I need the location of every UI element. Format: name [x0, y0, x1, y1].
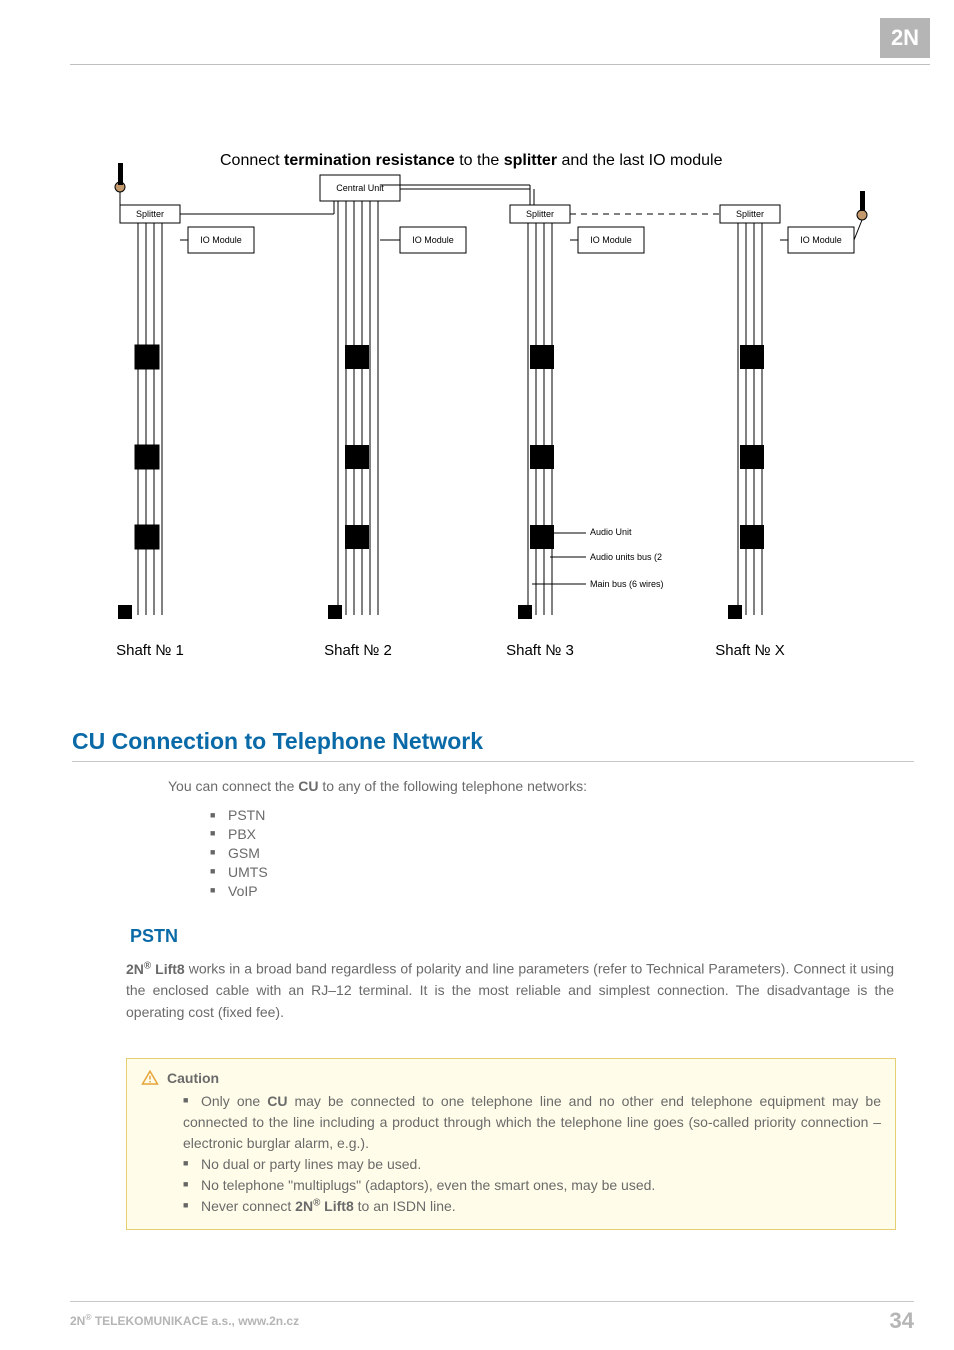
c4b2: Lift8 — [320, 1198, 353, 1214]
list-item: VoIP — [210, 882, 894, 901]
bottom-divider — [70, 1301, 914, 1302]
splitter-label-3: Splitter — [526, 209, 554, 219]
central-unit-label: Central Unit — [336, 183, 384, 193]
io-module-label-x: IO Module — [800, 235, 842, 245]
pstn-2n: 2N — [126, 961, 144, 977]
brand-logo: 2N — [880, 18, 930, 58]
page-number: 34 — [890, 1308, 914, 1334]
list-item: No dual or party lines may be used. — [183, 1154, 881, 1175]
splitter-label-1: Splitter — [136, 209, 164, 219]
c4a: Never connect — [201, 1198, 295, 1214]
footer-text: 2N® TELEKOMUNIKACE a.s., www.2n.cz — [70, 1312, 299, 1328]
splitter-label-x: Splitter — [736, 209, 764, 219]
shaft-label-2: Shaft № 2 — [324, 642, 392, 659]
shaft-label-1: Shaft № 1 — [116, 642, 184, 659]
shaft-label-x: Shaft № X — [715, 642, 784, 659]
intro-seg1: You can connect the — [168, 778, 298, 794]
intro-seg2: to any of the following telephone networ… — [319, 778, 588, 794]
sub-heading-pstn: PSTN — [130, 926, 178, 947]
io-module-label-2: IO Module — [412, 235, 454, 245]
io-module-label-3: IO Module — [590, 235, 632, 245]
c1bold: CU — [267, 1093, 287, 1109]
c4b: to an ISDN line. — [354, 1198, 456, 1214]
c4b1: 2N — [295, 1198, 313, 1214]
list-item: UMTS — [210, 863, 894, 882]
io-module-label-1: IO Module — [200, 235, 242, 245]
section-heading: CU Connection to Telephone Network — [72, 728, 914, 762]
svg-text:2N: 2N — [891, 25, 919, 50]
caution-list: Only one CU may be connected to one tele… — [183, 1091, 881, 1217]
main-bus-label: Main bus (6 wires) — [590, 579, 664, 589]
pstn-paragraph: 2N® Lift8 works in a broad band regardle… — [126, 958, 894, 1024]
list-item: PSTN — [210, 806, 894, 825]
c1a: Only one — [201, 1093, 267, 1109]
footer-2n: 2N — [70, 1314, 85, 1328]
list-item: No telephone "multiplugs" (adaptors), ev… — [183, 1175, 881, 1196]
pstn-body: works in a broad band regardless of pola… — [126, 961, 894, 1020]
diagram: Splitter IO Module Centra — [80, 140, 880, 690]
list-item: Never connect 2N® Lift8 to an ISDN line. — [183, 1196, 881, 1217]
pstn-lift8: Lift8 — [151, 961, 185, 977]
audio-unit-label: Audio Unit — [590, 527, 632, 537]
list-item: PBX — [210, 825, 894, 844]
intro-block: You can connect the CU to any of the fol… — [168, 776, 894, 901]
audio-bus-label: Audio units bus (2 — [590, 552, 662, 562]
network-list: PSTN PBX GSM UMTS VoIP — [210, 806, 894, 900]
shaft-label-3: Shaft № 3 — [506, 642, 574, 659]
intro-bold: CU — [298, 778, 318, 794]
caution-header: Caution — [141, 1069, 881, 1087]
footer-rest: TELEKOMUNIKACE a.s., www.2n.cz — [92, 1314, 300, 1328]
caution-box: Caution Only one CU may be connected to … — [126, 1058, 896, 1230]
list-item: GSM — [210, 844, 894, 863]
caution-label: Caution — [167, 1070, 219, 1086]
c1b: may be connected to one telephone line a… — [183, 1093, 881, 1151]
warning-icon — [141, 1069, 159, 1087]
top-divider — [70, 64, 930, 65]
list-item: Only one CU may be connected to one tele… — [183, 1091, 881, 1154]
